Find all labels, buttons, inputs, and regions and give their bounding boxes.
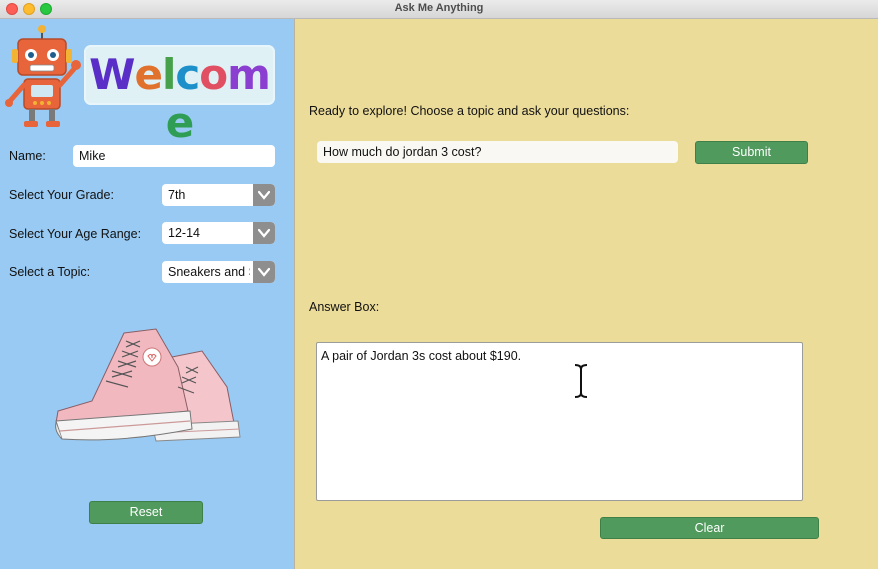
topic-label: Select a Topic: (9, 265, 91, 279)
submit-button[interactable]: Submit (695, 141, 808, 164)
sidebar: Welcome Name: Mike Select Your Grade: 7t… (0, 19, 294, 569)
name-field[interactable]: Mike (73, 145, 275, 167)
title-bar: Ask Me Anything (0, 0, 878, 19)
welcome-letter: W (89, 50, 135, 99)
age-select[interactable]: 12-14 (162, 222, 275, 244)
window-title: Ask Me Anything (394, 2, 484, 14)
grade-label: Select Your Grade: (9, 188, 114, 202)
welcome-letter: o (199, 50, 228, 99)
prompt-text: Ready to explore! Choose a topic and ask… (309, 104, 630, 118)
welcome-letter: e (134, 50, 162, 99)
welcome-text: Welcome (84, 51, 275, 147)
question-input[interactable]: How much do jordan 3 cost? (317, 141, 678, 163)
grade-value: 7th (168, 188, 186, 202)
chevron-down-icon[interactable] (253, 261, 275, 283)
sneakers-image (55, 328, 241, 442)
answer-label: Answer Box: (309, 300, 380, 314)
age-value: 12-14 (168, 226, 200, 240)
welcome-letter: c (175, 50, 200, 99)
welcome-letter: e (165, 98, 194, 147)
text-cursor-icon (574, 364, 588, 398)
welcome-letter: m (227, 50, 271, 99)
main-panel: Ready to explore! Choose a topic and ask… (294, 19, 878, 569)
age-label: Select Your Age Range: (9, 227, 142, 241)
topic-select[interactable]: Sneakers and Shoes (162, 261, 275, 283)
answer-text: A pair of Jordan 3s cost about $190. (321, 349, 522, 363)
chevron-down-icon[interactable] (253, 184, 275, 206)
clear-button[interactable]: Clear (600, 517, 819, 539)
chevron-down-icon[interactable] (253, 222, 275, 244)
welcome-banner: Welcome (84, 45, 275, 147)
topic-value: Sneakers and Shoes (168, 265, 250, 279)
name-label: Name: (9, 149, 46, 163)
robot-icon (5, 25, 81, 127)
answer-box[interactable]: A pair of Jordan 3s cost about $190. (316, 342, 803, 501)
reset-button[interactable]: Reset (89, 501, 203, 524)
welcome-letter: l (161, 50, 176, 99)
grade-select[interactable]: 7th (162, 184, 275, 206)
